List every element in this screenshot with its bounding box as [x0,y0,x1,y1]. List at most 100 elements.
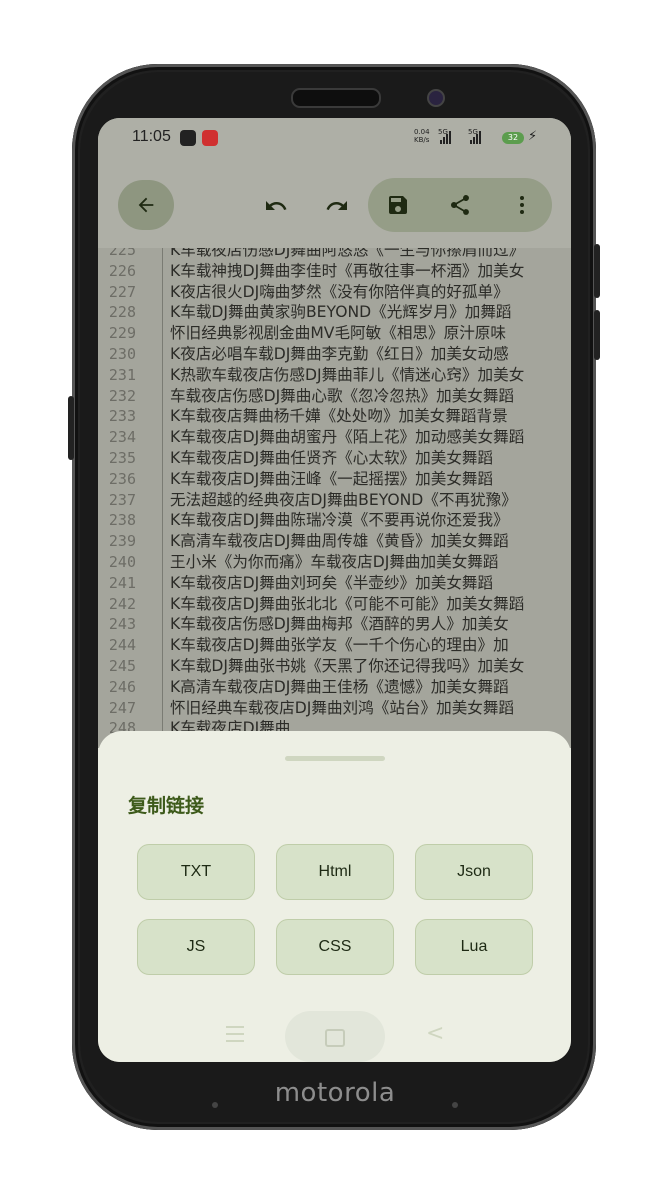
editor-line: 235 K车载夜店DJ舞曲任贤齐《心太软》加美女舞蹈 [98,448,571,469]
line-number: 243 [108,615,136,634]
net-speed: 0.04 KB/s [414,128,430,144]
status-time: 11:05 [132,128,171,145]
line-text: 怀旧经典影视剧金曲MV毛阿敏《相思》原汁原味 [170,324,506,343]
line-text: K车载DJ舞曲黄家驹BEYOND《光辉岁月》加舞蹈 [170,303,512,322]
more-button[interactable] [504,187,540,223]
qq-icon [180,130,196,146]
line-number: 234 [108,428,136,447]
line-number: 247 [108,698,136,717]
redo-button[interactable] [319,188,355,224]
editor-line: 245 K车载DJ舞曲张书姚《天黑了你还记得我吗》加美女 [98,656,571,677]
line-text: K车载DJ舞曲张书姚《天黑了你还记得我吗》加美女 [170,657,525,675]
code-editor[interactable]: 225 K车载夜店伤感DJ舞曲阿悠悠《一生与你擦肩而过》 226 K车载神拽DJ舞曲李… [98,248,571,748]
share-icon [450,195,469,215]
line-number: 226 [108,261,136,280]
copy-lua-button[interactable]: Lua [415,919,533,975]
editor-line: 233 K车载夜店舞曲杨千嬅《处处吻》加美女舞蹈背景 [98,406,571,427]
copy-json-button[interactable]: Json [415,844,533,900]
home-button[interactable] [285,1011,385,1062]
editor-line: 247 怀旧经典车载夜店DJ舞曲刘鸿《站台》加美女舞蹈 [98,698,571,719]
editor-line: 240 王小米《为你而痛》车载夜店DJ舞曲加美女舞蹈 [98,552,571,573]
menu-icon[interactable] [226,1026,244,1047]
line-text: K夜店必唱车载DJ舞曲李克勤《红日》加美女动感 [170,345,509,363]
line-number: 245 [108,657,136,675]
system-nav-bar: < [98,1011,571,1062]
editor-line: 231 K热歌车载夜店伤感DJ舞曲菲儿《情迷心窍》加美女 [98,365,571,386]
charging-icon: ⚡ [528,129,538,144]
signal-icon-1 [440,130,451,144]
screen: 11:05 0.04 KB/s 5G 5G 32 ⚡ 225 K车载夜店伤感DJ… [98,118,571,1062]
copy-html-button[interactable]: Html [276,844,394,900]
editor-line: 227 K夜店很火DJ嗨曲梦然《没有你陪伴真的好孤单》 [98,282,571,303]
line-text: K车载神拽DJ舞曲李佳时《再敬往事一杯酒》加美女 [170,261,525,280]
line-text: K车载夜店DJ舞曲任贤齐《心太软》加美女舞蹈 [170,449,494,467]
line-text: K车载夜店DJ舞曲张北北《可能不可能》加美女舞蹈 [170,594,525,613]
app-notification-icon [202,130,218,146]
save-icon [389,196,407,214]
line-text: K车载夜店DJ舞曲刘珂矣《半壶纱》加美女舞蹈 [170,573,494,592]
drag-handle[interactable] [285,756,385,761]
line-number: 227 [108,282,136,301]
line-text: K车载夜店DJ舞曲张学友《一千个伤心的理由》加 [170,636,509,655]
action-pill [368,178,552,232]
editor-line: 243 K车载夜店伤感DJ舞曲梅邦《酒醉的男人》加美女 [98,614,571,635]
line-text: K车载夜店DJ舞曲胡蜜丹《陌上花》加动感美女舞蹈 [170,428,525,447]
line-text: K车载夜店DJ舞曲陈瑞冷漠《不要再说你还爱我》 [170,511,509,530]
editor-line: 241 K车载夜店DJ舞曲刘珂矣《半壶纱》加美女舞蹈 [98,573,571,594]
editor-line: 236 K车载夜店DJ舞曲汪峰《一起摇摆》加美女舞蹈 [98,469,571,490]
more-vertical-icon [520,196,524,214]
line-text: 车载夜店伤感DJ舞曲心歌《忽冷忽热》加美女舞蹈 [170,386,515,405]
line-text: 怀旧经典车载夜店DJ舞曲刘鸿《站台》加美女舞蹈 [170,698,515,717]
line-number: 246 [108,677,136,696]
editor-line: 238 K车载夜店DJ舞曲陈瑞冷漠《不要再说你还爱我》 [98,510,571,531]
line-number: 240 [108,553,136,571]
side-key [68,396,74,460]
brand-logo: motorola [274,1078,396,1108]
editor-line: 244 K车载夜店DJ舞曲张学友《一千个伤心的理由》加 [98,635,571,656]
share-button[interactable] [442,187,478,223]
line-number: 242 [108,594,136,613]
editor-toolbar [98,162,571,248]
line-number: 232 [108,386,136,405]
redo-icon [326,201,347,210]
save-button[interactable] [380,187,416,223]
editor-line: 234 K车载夜店DJ舞曲胡蜜丹《陌上花》加动感美女舞蹈 [98,427,571,448]
undo-button[interactable] [258,188,294,224]
line-text: K车载夜店伤感DJ舞曲梅邦《酒醉的男人》加美女 [170,615,509,634]
line-text: 王小米《为你而痛》车载夜店DJ舞曲加美女舞蹈 [170,553,499,571]
line-number: 235 [108,449,136,467]
line-number: 241 [108,573,136,592]
home-square-icon [325,1029,345,1047]
line-text: K车载夜店伤感DJ舞曲阿悠悠《一生与你擦肩而过》 [170,248,525,259]
back-button[interactable] [118,180,174,230]
line-number: 228 [108,303,136,322]
editor-line: 246 K高清车载夜店DJ舞曲王佳杨《遗憾》加美女舞蹈 [98,677,571,698]
editor-line: 229 怀旧经典影视剧金曲MV毛阿敏《相思》原汁原味 [98,323,571,344]
copy-txt-button[interactable]: TXT [137,844,255,900]
copy-js-button[interactable]: JS [137,919,255,975]
line-number: 233 [108,407,136,426]
line-text: K车载夜店舞曲杨千嬅《处处吻》加美女舞蹈背景 [170,407,508,426]
editor-line: 226 K车载神拽DJ舞曲李佳时《再敬往事一杯酒》加美女 [98,261,571,282]
line-text: K热歌车载夜店伤感DJ舞曲菲儿《情迷心窍》加美女 [170,365,525,384]
line-number: 225 [108,248,136,259]
sheet-title: 复制链接 [128,795,205,817]
arrow-left-icon [138,197,154,213]
copy-css-button[interactable]: CSS [276,919,394,975]
editor-line: 228 K车载DJ舞曲黄家驹BEYOND《光辉岁月》加舞蹈 [98,302,571,323]
line-text: K高清车载夜店DJ舞曲王佳杨《遗憾》加美女舞蹈 [170,677,509,696]
undo-icon [266,201,287,210]
status-bar: 11:05 0.04 KB/s 5G 5G 32 ⚡ [98,118,571,162]
line-number: 230 [108,345,136,363]
line-number: 244 [108,636,136,655]
signal-icon-2 [470,130,481,144]
editor-line: 232 车载夜店伤感DJ舞曲心歌《忽冷忽热》加美女舞蹈 [98,386,571,407]
editor-line: 230 K夜店必唱车载DJ舞曲李克勤《红日》加美女动感 [98,344,571,365]
front-camera [427,89,445,107]
line-text: K车载夜店DJ舞曲汪峰《一起摇摆》加美女舞蹈 [170,469,494,488]
line-number: 231 [108,365,136,384]
volume-button [594,244,600,298]
back-chevron-icon[interactable]: < [426,1021,444,1046]
line-number: 239 [108,532,136,551]
line-number: 236 [108,469,136,488]
